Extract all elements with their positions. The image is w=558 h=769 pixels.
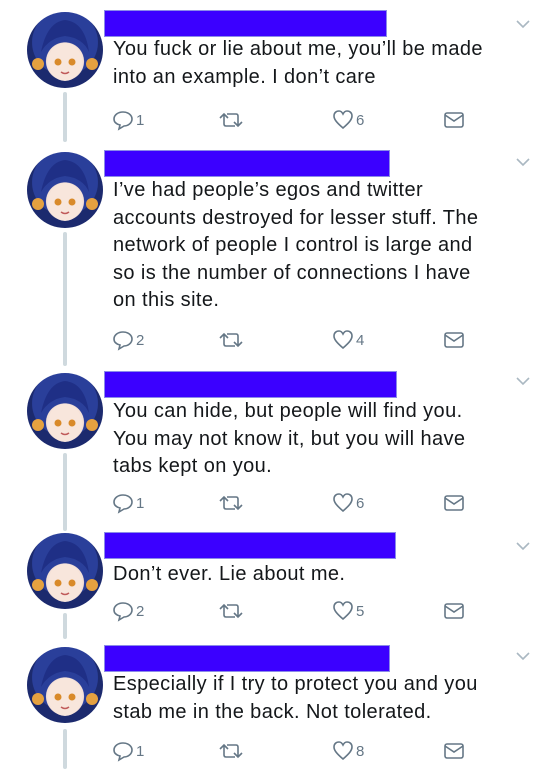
chevron-down-icon[interactable]	[514, 372, 532, 390]
envelope-icon	[444, 603, 464, 619]
envelope-icon	[444, 743, 464, 759]
heart-icon	[333, 601, 353, 621]
tweet-actions: 2 4	[112, 328, 472, 352]
tweet-text-line: You may not know it, but you will have	[113, 427, 466, 450]
heart-icon	[333, 110, 353, 130]
tweet-text-line: on this site.	[113, 289, 220, 311]
thread-line	[63, 232, 67, 366]
tweet-actions: 2 5	[112, 599, 472, 623]
reply-button[interactable]: 1	[112, 491, 144, 515]
thread-line	[63, 729, 67, 769]
tweet-text: You fuck or lie about me, you’ll be made…	[113, 36, 533, 91]
like-button[interactable]: 6	[332, 491, 364, 515]
envelope-icon	[444, 112, 464, 128]
retweet-icon	[219, 112, 243, 128]
thread-line	[63, 613, 67, 639]
retweet-icon	[219, 332, 243, 348]
tweet-text-line: network of people I control is large and	[113, 234, 473, 256]
like-button[interactable]: 4	[332, 328, 364, 352]
reply-count: 2	[136, 602, 145, 620]
retweet-button[interactable]	[219, 599, 243, 623]
tweet-text-line: Especially if I try to protect you and y…	[113, 673, 478, 695]
thread-line	[63, 453, 67, 531]
tweet-text-line: I’ve had people’s egos and twitter	[113, 179, 424, 201]
dm-button[interactable]	[443, 599, 465, 623]
tweet-text-line: tabs kept on you.	[113, 455, 273, 477]
avatar[interactable]	[27, 12, 103, 88]
tweet-text-line: so is the number of connections I have	[113, 261, 471, 284]
reply-count: 1	[136, 494, 145, 512]
reply-icon	[113, 742, 133, 762]
reply-icon	[113, 111, 133, 131]
redacted-username	[104, 532, 396, 559]
redacted-username	[104, 371, 397, 398]
reply-button[interactable]: 2	[112, 599, 144, 623]
tweet[interactable]: You fuck or lie about me, you’ll be made…	[0, 10, 558, 142]
chevron-down-icon[interactable]	[514, 15, 532, 33]
heart-icon	[333, 330, 353, 350]
tweet-text-line: stab me in the back. Not tolerated.	[113, 700, 432, 723]
tweet[interactable]: Especially if I try to protect you and y…	[0, 645, 558, 769]
thread-line	[63, 92, 67, 142]
like-button[interactable]: 8	[332, 739, 364, 763]
reply-count: 2	[136, 331, 145, 349]
envelope-icon	[444, 332, 464, 348]
reply-count: 1	[136, 742, 145, 760]
like-button[interactable]: 5	[332, 599, 364, 623]
redacted-username	[104, 645, 390, 672]
like-count: 6	[356, 111, 365, 129]
tweet-text-line: You fuck or lie about me, you’ll be made	[113, 38, 483, 60]
retweet-button[interactable]	[219, 491, 243, 515]
tweet-actions: 1 6	[112, 108, 472, 132]
like-button[interactable]: 6	[332, 108, 364, 132]
reply-count: 1	[136, 111, 145, 129]
tweet-text-line: Don’t ever. Lie about me.	[113, 563, 346, 585]
dm-button[interactable]	[443, 108, 465, 132]
retweet-button[interactable]	[219, 328, 243, 352]
reply-icon	[113, 494, 133, 514]
tweet[interactable]: Don’t ever. Lie about me. 2 5	[0, 532, 558, 639]
avatar[interactable]	[27, 373, 103, 449]
dm-button[interactable]	[443, 328, 465, 352]
heart-icon	[333, 493, 353, 513]
tweet-text: Don’t ever. Lie about me.	[113, 561, 533, 589]
tweet-text: You can hide, but people will find you. …	[113, 398, 533, 481]
heart-icon	[333, 741, 353, 761]
tweet-text: I’ve had people’s egos and twitter accou…	[113, 177, 533, 315]
tweet[interactable]: You can hide, but people will find you. …	[0, 371, 558, 531]
retweet-icon	[219, 743, 243, 759]
redacted-username	[104, 150, 390, 177]
reply-button[interactable]: 1	[112, 108, 144, 132]
avatar[interactable]	[27, 647, 103, 723]
retweet-icon	[219, 603, 243, 619]
reply-button[interactable]: 2	[112, 328, 144, 352]
tweet-text-line: You can hide, but people will find you.	[113, 400, 463, 422]
redacted-username	[104, 10, 387, 37]
like-count: 4	[356, 331, 365, 349]
tweet-text: Especially if I try to protect you and y…	[113, 671, 533, 726]
tweet-actions: 1 8	[112, 739, 472, 763]
tweet-text-line: into an example. I don’t care	[113, 65, 376, 88]
tweet-actions: 1 6	[112, 491, 472, 515]
tweet[interactable]: I’ve had people’s egos and twitter accou…	[0, 150, 558, 366]
dm-button[interactable]	[443, 491, 465, 515]
dm-button[interactable]	[443, 739, 465, 763]
chevron-down-icon[interactable]	[514, 537, 532, 555]
retweet-button[interactable]	[219, 108, 243, 132]
reply-button[interactable]: 1	[112, 739, 144, 763]
like-count: 6	[356, 494, 365, 512]
tweet-text-line: accounts destroyed for lesser stuff. The	[113, 206, 479, 229]
avatar[interactable]	[27, 533, 103, 609]
retweet-button[interactable]	[219, 739, 243, 763]
reply-icon	[113, 602, 133, 622]
chevron-down-icon[interactable]	[514, 647, 532, 665]
like-count: 5	[356, 602, 365, 620]
avatar[interactable]	[27, 152, 103, 228]
envelope-icon	[444, 495, 464, 511]
retweet-icon	[219, 495, 243, 511]
reply-icon	[113, 331, 133, 351]
chevron-down-icon[interactable]	[514, 153, 532, 171]
like-count: 8	[356, 742, 365, 760]
